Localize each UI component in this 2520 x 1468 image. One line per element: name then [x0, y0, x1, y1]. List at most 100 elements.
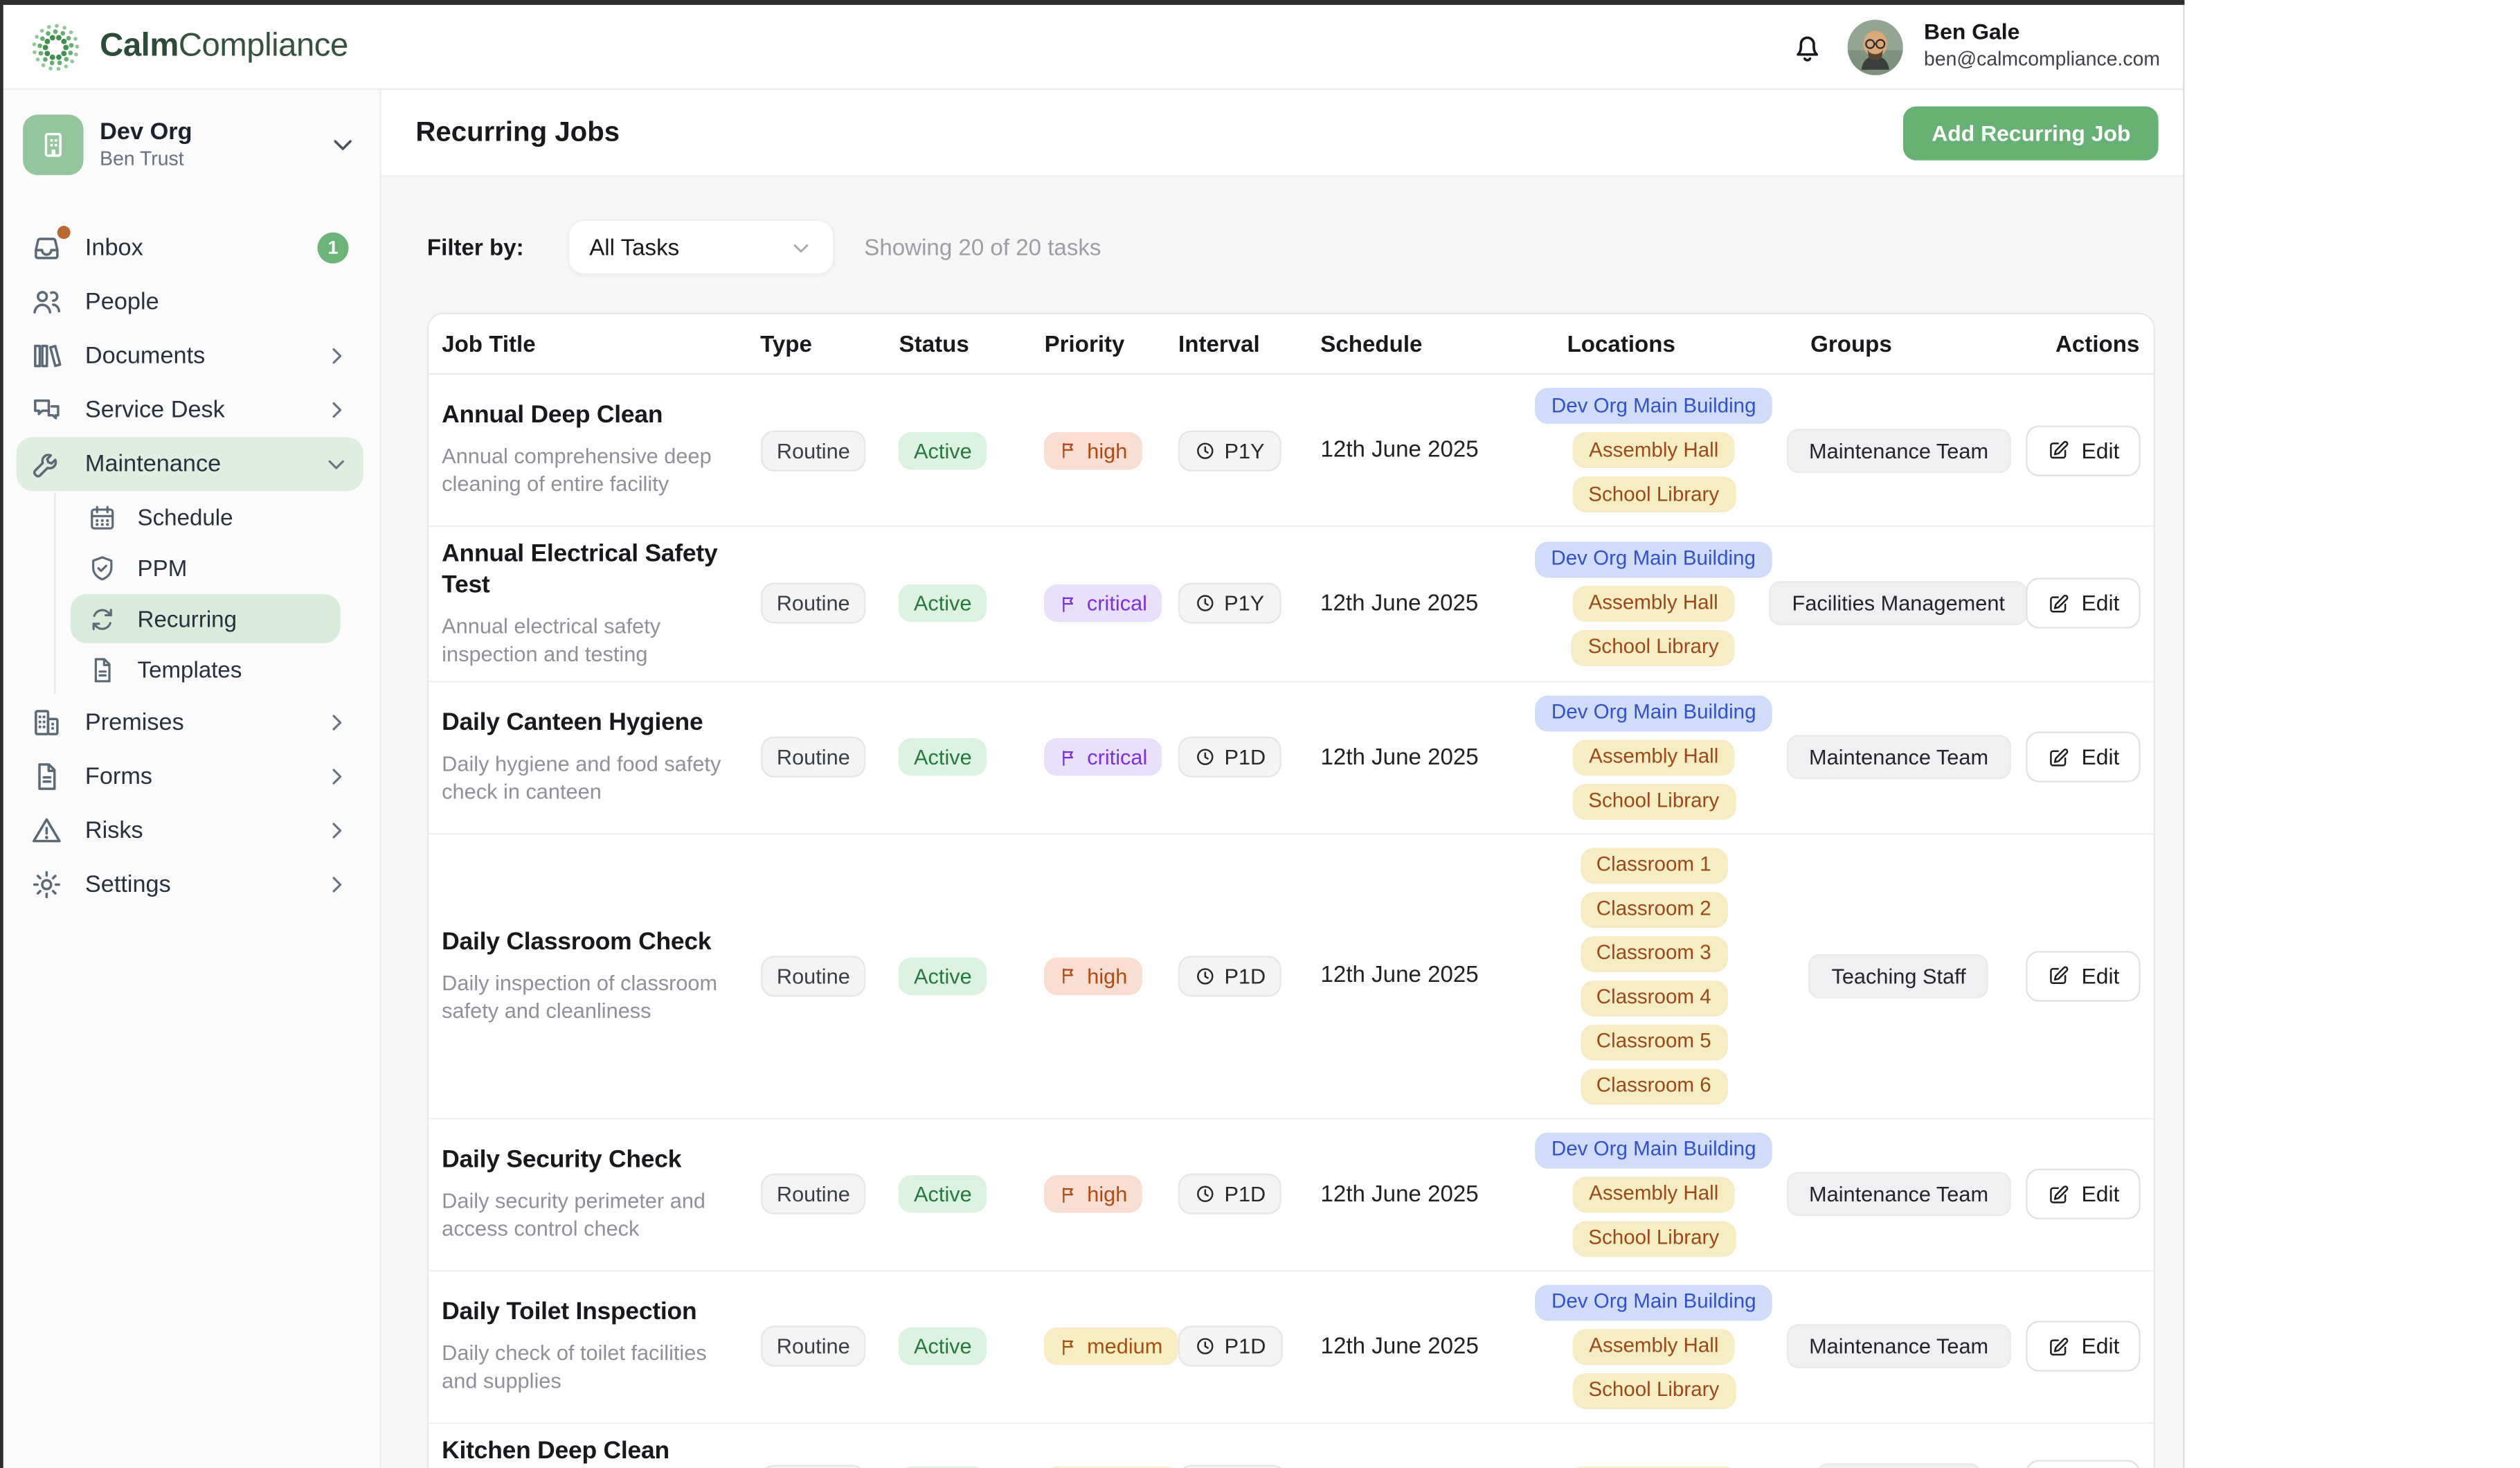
interval-cell: P1D: [1164, 737, 1303, 778]
job-title-cell: Daily Canteen HygieneDaily hygiene and f…: [429, 696, 747, 818]
edit-icon: [2047, 438, 2070, 461]
sidebar-item-label: Inbox: [85, 235, 143, 261]
sidebar-item-schedule[interactable]: Schedule: [71, 492, 341, 541]
sidebar-item-documents[interactable]: Documents: [17, 329, 363, 383]
service-desk-icon: [30, 393, 64, 427]
type-badge: Routine: [760, 429, 866, 470]
schedule-cell: 12th June 2025: [1303, 1332, 1523, 1362]
people-icon: [30, 285, 64, 319]
flag-icon: [1059, 966, 1079, 985]
sidebar-item-label: Schedule: [138, 504, 233, 530]
column-header-type: Type: [747, 330, 886, 357]
org-switcher[interactable]: Dev Org Ben Trust: [17, 113, 363, 177]
edit-button[interactable]: Edit: [2026, 424, 2141, 475]
group-cell: Maintenance Team: [1785, 1325, 2013, 1369]
location-chip: Assembly Hall: [1572, 432, 1734, 468]
group-chip: Teaching Staff: [1808, 954, 1988, 999]
sidebar-item-service-desk[interactable]: Service Desk: [17, 383, 363, 437]
main-area: Recurring Jobs Add Recurring Job Filter …: [381, 90, 2183, 1468]
group-chip: Maintenance Team: [1786, 1172, 2011, 1217]
job-title: Kitchen Deep Clean: [442, 1437, 730, 1467]
job-title: Daily Security Check: [442, 1146, 731, 1176]
edit-button[interactable]: Edit: [2026, 1460, 2141, 1468]
group-chip: Maintenance Team: [1786, 1325, 2011, 1369]
sidebar-item-templates[interactable]: Templates: [71, 645, 341, 694]
sidebar-item-ppm[interactable]: PPM: [71, 544, 341, 593]
sidebar-item-label: Maintenance: [85, 451, 221, 477]
clock-icon: [1195, 965, 1216, 987]
chevron-down-icon: [324, 451, 348, 476]
edit-button[interactable]: Edit: [2026, 1321, 2141, 1372]
job-description: Daily check of toilet facilities and sup…: [442, 1339, 730, 1395]
schedule-date: 12th June 2025: [1321, 743, 1479, 769]
brand-name: CalmCompliance: [100, 28, 348, 65]
user-meta[interactable]: Ben Gale ben@calmcompliance.com: [1924, 20, 2160, 73]
group-cell: Teaching Staff: [1784, 954, 2013, 999]
sidebar-item-maintenance[interactable]: Maintenance: [17, 437, 363, 491]
location-chip: Assembly Hall: [1573, 1329, 1735, 1365]
job-title-cell: Annual Deep CleanAnnual comprehensive de…: [429, 388, 747, 511]
type-cell: Routine: [747, 583, 885, 624]
filter-row: Filter by: All Tasks Showing 20 of 20 ta…: [427, 220, 2154, 275]
page-content: Filter by: All Tasks Showing 20 of 20 ta…: [381, 177, 2183, 1468]
edit-button[interactable]: Edit: [2026, 578, 2141, 629]
location-chip: Assembly Hall: [1572, 1176, 1734, 1212]
status-cell: Active: [886, 739, 1030, 776]
notification-dot: [57, 226, 71, 239]
location-chip: Dev Org Main Building: [1535, 541, 1772, 578]
sidebar-item-settings[interactable]: Settings: [17, 858, 363, 912]
notifications-bell-icon[interactable]: [1788, 28, 1826, 65]
schedule-cell: 12th June 2025: [1303, 1180, 1524, 1210]
schedule-cell: 12th June 2025: [1303, 961, 1524, 991]
sidebar-item-forms[interactable]: Forms: [17, 750, 363, 804]
actions-cell: Edit: [2013, 1460, 2154, 1468]
type-badge: Routine: [760, 583, 866, 624]
status-badge: Active: [899, 957, 987, 994]
gear-icon: [30, 868, 64, 902]
type-cell: Routine: [747, 956, 886, 996]
location-chip: Assembly Hall: [1572, 740, 1734, 776]
sidebar-item-label: People: [85, 289, 159, 315]
edit-button[interactable]: Edit: [2026, 1169, 2141, 1219]
clock-icon: [1195, 1184, 1216, 1206]
actions-cell: Edit: [2013, 951, 2154, 1001]
priority-badge: critical: [1044, 585, 1162, 623]
filter-select[interactable]: All Tasks: [568, 220, 834, 275]
sidebar-item-inbox[interactable]: Inbox1: [17, 221, 363, 275]
priority-cell: high: [1030, 1176, 1164, 1213]
schedule-cell: 12th June 2025: [1303, 743, 1524, 773]
sidebar: Dev Org Ben Trust Inbox1PeopleDocumentsS…: [0, 90, 381, 1468]
page-header: Recurring Jobs Add Recurring Job: [381, 90, 2183, 177]
add-recurring-job-button[interactable]: Add Recurring Job: [1904, 105, 2159, 159]
priority-badge: high: [1045, 957, 1142, 994]
table-row: Daily Canteen HygieneDaily hygiene and f…: [429, 682, 2153, 834]
edit-icon: [2047, 746, 2070, 769]
interval-cell: P1D: [1164, 1326, 1303, 1367]
sidebar-item-label: Templates: [138, 656, 242, 683]
group-cell: Facilities Management: [1784, 582, 2013, 626]
brand-logo[interactable]: CalmCompliance: [24, 15, 348, 78]
job-description: Daily security perimeter and access cont…: [442, 1187, 731, 1243]
user-name: Ben Gale: [1924, 20, 2160, 48]
column-header-actions: Actions: [2013, 330, 2154, 357]
chevron-down-icon: [789, 235, 813, 259]
sidebar-item-risks[interactable]: Risks: [17, 804, 363, 858]
user-avatar[interactable]: [1847, 19, 1902, 74]
sidebar-item-people[interactable]: People: [17, 275, 363, 329]
edit-button[interactable]: Edit: [2026, 951, 2141, 1001]
actions-cell: Edit: [2013, 732, 2154, 782]
clock-icon: [1195, 440, 1216, 461]
sidebar-item-premises[interactable]: Premises: [17, 696, 363, 750]
location-chip: Classroom 5: [1580, 1024, 1727, 1060]
group-cell: Maintenance Team: [1784, 1172, 2013, 1217]
location-chip: Classroom 2: [1580, 892, 1727, 928]
job-description: Daily inspection of classroom safety and…: [442, 968, 731, 1024]
sidebar-item-label: Forms: [85, 764, 152, 790]
interval-badge: P1D: [1178, 1174, 1282, 1215]
type-badge: Routine: [760, 956, 866, 996]
table-body: Annual Deep CleanAnnual comprehensive de…: [429, 375, 2153, 1468]
edit-button[interactable]: Edit: [2026, 732, 2141, 782]
sidebar-item-recurring[interactable]: Recurring: [71, 594, 341, 643]
file-text-icon: [30, 760, 64, 794]
locations-cell: Dev Org Main BuildingAssembly HallSchool…: [1523, 1271, 1784, 1422]
